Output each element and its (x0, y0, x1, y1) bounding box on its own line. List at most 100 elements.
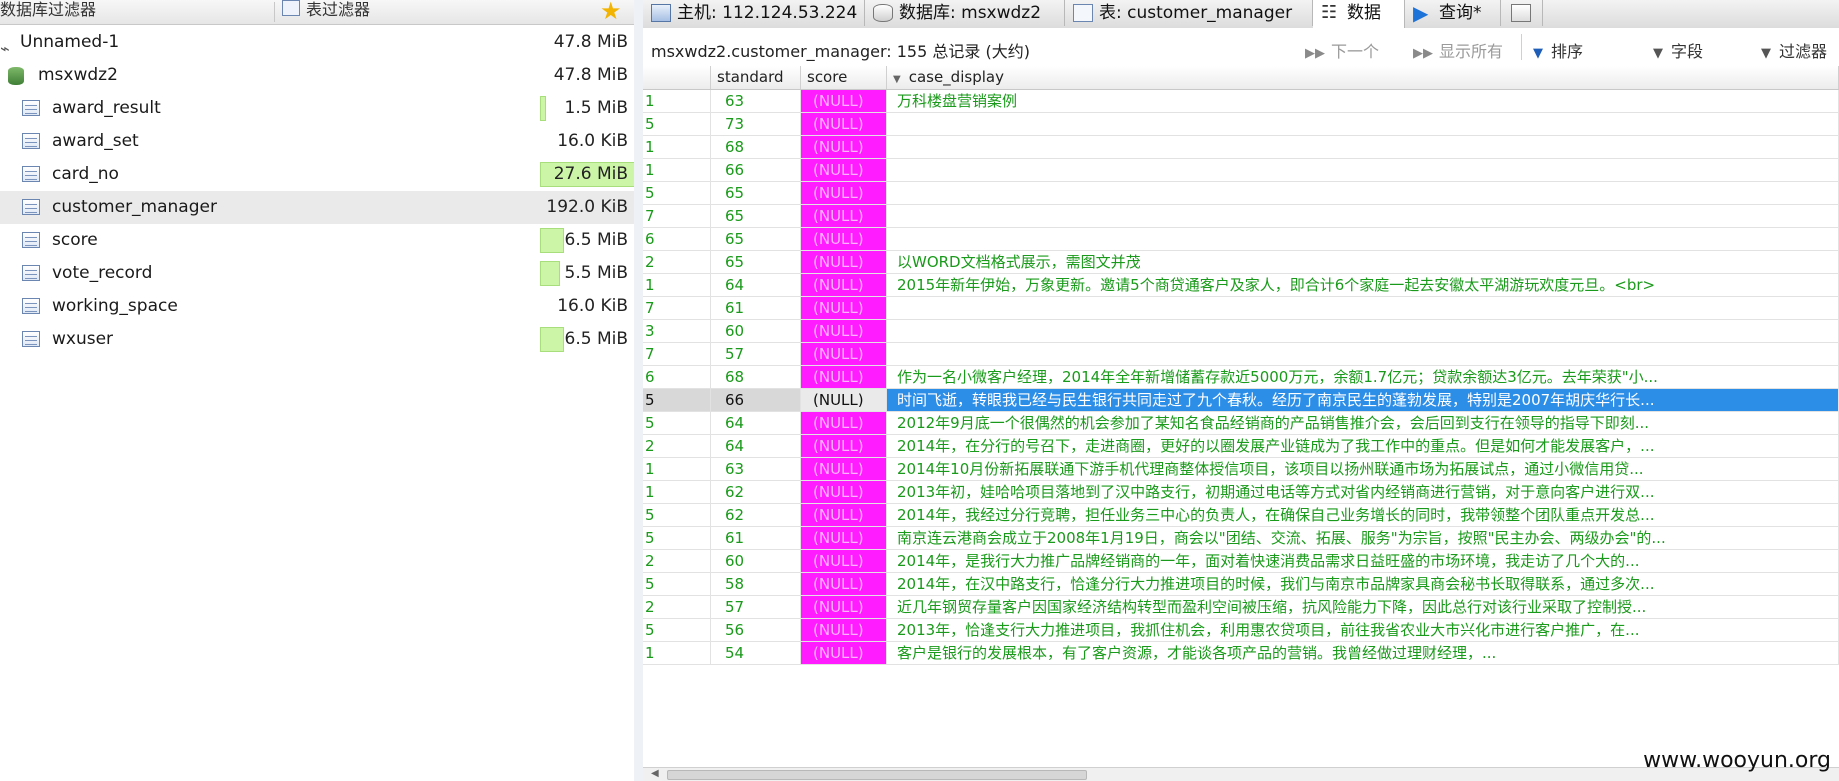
table-row[interactable]: 2 60 (NULL) 2014年，是我行大力推广品牌经销商的一年，面对着快速消费品… (643, 550, 1839, 573)
tab-query[interactable]: ▶ 查询* (1405, 0, 1501, 26)
cell-id[interactable]: 7 (643, 205, 711, 228)
cell-id[interactable]: 1 (643, 274, 711, 297)
tree-item-table[interactable]: wxuser 6.5 MiB (0, 323, 634, 356)
cell-case-display[interactable]: 万科楼盘营销案例 (887, 90, 1839, 113)
tree-item-table[interactable]: vote_record 5.5 MiB (0, 257, 634, 290)
table-row[interactable]: 1 62 (NULL) 2013年初，娃哈哈项目落地到了汉中路支行，初期通过电话等方式… (643, 481, 1839, 504)
cell-score[interactable]: (NULL) (801, 320, 887, 343)
cell-standard[interactable]: 64 (711, 412, 801, 435)
cell-score[interactable]: (NULL) (801, 527, 887, 550)
cell-score[interactable]: (NULL) (801, 550, 887, 573)
cell-standard[interactable]: 54 (711, 642, 801, 665)
column-header-score[interactable]: score (801, 66, 887, 89)
scroll-left-icon[interactable]: ◀ (651, 768, 659, 779)
table-row[interactable]: 5 61 (NULL) 南京连云港商会成立于2008年1月19日，商会以"团结、交流、… (643, 527, 1839, 550)
scrollbar-thumb[interactable] (667, 770, 1087, 780)
table-row[interactable]: 5 73 (NULL) (643, 113, 1839, 136)
cell-id[interactable]: 5 (643, 573, 711, 596)
table-row[interactable]: 5 66 (NULL) 时间飞逝，转眼我已经与民生银行共同走过了九个春秋。经历了南京民… (643, 389, 1839, 412)
table-filter-input[interactable]: 表过滤器 (282, 0, 370, 24)
cell-standard[interactable]: 60 (711, 550, 801, 573)
cell-id[interactable]: 5 (643, 504, 711, 527)
cell-case-display[interactable]: 时间飞逝，转眼我已经与民生银行共同走过了九个春秋。经历了南京民生的蓬勃发展，特别… (887, 389, 1839, 412)
tab-new-query[interactable] (1501, 0, 1543, 26)
cell-case-display[interactable] (887, 343, 1839, 366)
cell-standard[interactable]: 62 (711, 481, 801, 504)
cell-case-display[interactable]: 2014年，我经过分行竞聘，担任业务三中心的负责人，在确保自己业务增长的同时，我… (887, 504, 1839, 527)
cell-id[interactable]: 6 (643, 366, 711, 389)
cell-id[interactable]: 5 (643, 527, 711, 550)
table-row[interactable]: 5 62 (NULL) 2014年，我经过分行竞聘，担任业务三中心的负责人，在确保自己… (643, 504, 1839, 527)
cell-standard[interactable]: 68 (711, 366, 801, 389)
cell-standard[interactable]: 57 (711, 343, 801, 366)
cell-standard[interactable]: 65 (711, 205, 801, 228)
cell-score[interactable]: (NULL) (801, 205, 887, 228)
cell-case-display[interactable] (887, 320, 1839, 343)
tree-item-table[interactable]: working_space 16.0 KiB (0, 290, 634, 323)
table-row[interactable]: 6 65 (NULL) (643, 228, 1839, 251)
table-row[interactable]: 5 65 (NULL) (643, 182, 1839, 205)
cell-id[interactable]: 2 (643, 435, 711, 458)
cell-id[interactable]: 2 (643, 251, 711, 274)
cell-id[interactable]: 7 (643, 343, 711, 366)
table-row[interactable]: 6 68 (NULL) 作为一名小微客户经理，2014年全年新增储蓄存款近5000万元… (643, 366, 1839, 389)
favorite-star-icon[interactable]: ★ (600, 0, 622, 23)
cell-score[interactable]: (NULL) (801, 504, 887, 527)
cell-id[interactable]: 3 (643, 320, 711, 343)
tree-item-table[interactable]: card_no 27.6 MiB (0, 158, 634, 191)
cell-case-display[interactable]: 2014年，是我行大力推广品牌经销商的一年，面对着快速消费品需求日益旺盛的市场环… (887, 550, 1839, 573)
table-row[interactable]: 3 60 (NULL) (643, 320, 1839, 343)
column-header-case-display[interactable]: ▼ case_display (887, 66, 1839, 89)
tab-host[interactable]: 主机: 112.124.53.224 (643, 0, 865, 26)
cell-id[interactable]: 7 (643, 297, 711, 320)
cell-standard[interactable]: 63 (711, 90, 801, 113)
splitter[interactable] (634, 0, 643, 781)
tab-table[interactable]: 表: customer_manager (1065, 0, 1313, 26)
table-row[interactable]: 7 65 (NULL) (643, 205, 1839, 228)
cell-standard[interactable]: 58 (711, 573, 801, 596)
cell-standard[interactable]: 65 (711, 182, 801, 205)
table-row[interactable]: 1 68 (NULL) (643, 136, 1839, 159)
table-row[interactable]: 2 65 (NULL) 以WORD文档格式展示，需图文并茂 (643, 251, 1839, 274)
column-header-id[interactable] (643, 66, 711, 89)
cell-standard[interactable]: 66 (711, 159, 801, 182)
cell-score[interactable]: (NULL) (801, 458, 887, 481)
table-row[interactable]: 2 64 (NULL) 2014年，在分行的号召下，走进商圈，更好的以圈发展产业链成为… (643, 435, 1839, 458)
cell-id[interactable]: 5 (643, 389, 711, 412)
next-button[interactable]: ▶▶ 下一个 (1305, 38, 1379, 62)
table-row[interactable]: 5 64 (NULL) 2012年9月底一个很偶然的机会参加了某知名食品经销商的产品销… (643, 412, 1839, 435)
cell-id[interactable]: 5 (643, 619, 711, 642)
cell-id[interactable]: 1 (643, 481, 711, 504)
cell-standard[interactable]: 65 (711, 251, 801, 274)
table-row[interactable]: 1 64 (NULL) 2015年新年伊始，万象更新。邀请5个商贷通客户及家人，即合计… (643, 274, 1839, 297)
column-header-standard[interactable]: standard (711, 66, 801, 89)
cell-case-display[interactable]: 2012年9月底一个很偶然的机会参加了某知名食品经销商的产品销售推介会，会后回到… (887, 412, 1839, 435)
tab-data[interactable]: ☷ 数据 (1313, 0, 1405, 28)
cell-score[interactable]: (NULL) (801, 297, 887, 320)
cell-case-display[interactable]: 作为一名小微客户经理，2014年全年新增储蓄存款近5000万元，余额1.7亿元；… (887, 366, 1839, 389)
tree-item-table[interactable]: customer_manager 192.0 KiB (0, 191, 634, 224)
cell-standard[interactable]: 64 (711, 274, 801, 297)
cell-score[interactable]: (NULL) (801, 136, 887, 159)
show-all-button[interactable]: ▶▶ 显示所有 (1413, 38, 1503, 62)
table-row[interactable]: 5 56 (NULL) 2013年，恰逢支行大力推进项目，我抓住机会，利用惠农贷项目… (643, 619, 1839, 642)
tab-database[interactable]: 数据库: msxwdz2 (865, 0, 1065, 26)
table-row[interactable]: 1 63 (NULL) 万科楼盘营销案例 (643, 90, 1839, 113)
cell-case-display[interactable]: 客户是银行的发展根本，有了客户资源，才能谈各项产品的营销。我曾经做过理财经理，.… (887, 642, 1839, 665)
cell-case-display[interactable] (887, 228, 1839, 251)
cell-standard[interactable]: 63 (711, 458, 801, 481)
cell-id[interactable]: 2 (643, 596, 711, 619)
table-row[interactable]: 5 58 (NULL) 2014年，在汉中路支行，恰逢分行大力推进项目的时候，我们与南… (643, 573, 1839, 596)
cell-score[interactable]: (NULL) (801, 228, 887, 251)
cell-score[interactable]: (NULL) (801, 642, 887, 665)
database-filter-input[interactable]: 数据库过滤器 (0, 0, 96, 24)
cell-score[interactable]: (NULL) (801, 412, 887, 435)
cell-score[interactable]: (NULL) (801, 366, 887, 389)
cell-case-display[interactable]: 近几年钢贸存量客户因国家经济结构转型而盈利空间被压缩，抗风险能力下降，因此总行对… (887, 596, 1839, 619)
cell-standard[interactable]: 66 (711, 389, 801, 412)
table-row[interactable]: 1 63 (NULL) 2014年10月份新拓展联通下游手机代理商整体授信项目，该项… (643, 458, 1839, 481)
cell-standard[interactable]: 61 (711, 527, 801, 550)
columns-button[interactable]: ▼ 字段 (1653, 38, 1703, 62)
cell-standard[interactable]: 73 (711, 113, 801, 136)
cell-standard[interactable]: 60 (711, 320, 801, 343)
